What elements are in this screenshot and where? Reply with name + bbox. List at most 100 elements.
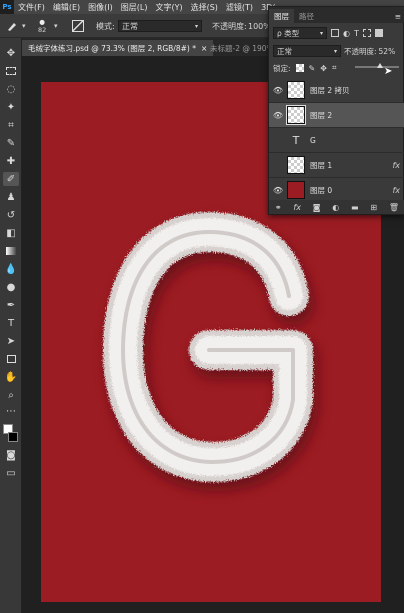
eyedropper-tool-icon[interactable]: ✎: [3, 136, 19, 150]
filter-adjustment-icon[interactable]: ◐: [343, 29, 350, 38]
menu-image[interactable]: 图像(I): [84, 2, 117, 13]
layer-thumbnail: [287, 181, 305, 199]
lock-label: 锁定:: [273, 63, 291, 73]
opacity-slider[interactable]: [355, 63, 399, 68]
brush-size-value: 82: [38, 26, 47, 34]
healing-brush-tool-icon[interactable]: ✚: [3, 154, 19, 168]
lock-pixels-icon[interactable]: ✎: [309, 64, 316, 73]
layer-thumbnail: [286, 105, 306, 125]
background-color-swatch[interactable]: [8, 432, 18, 442]
tool-preset-dropdown[interactable]: ▾: [22, 14, 26, 38]
tab-paths[interactable]: 路径: [294, 9, 319, 23]
lock-transparency-icon[interactable]: [295, 64, 304, 72]
filter-type-icon[interactable]: T: [354, 29, 359, 38]
text-layer-icon: T: [292, 133, 300, 147]
layers-panel: 图层 路径 ≡ ρ 类型 ▾ ◐ T 正常 ▾ 不透明度: 52% 锁定: ✎ …: [268, 6, 404, 215]
mode-value: 正常: [122, 21, 138, 31]
filter-shape-icon[interactable]: [362, 29, 371, 37]
magic-wand-tool-icon[interactable]: ✦: [3, 100, 19, 114]
opacity-label: 不透明度:: [212, 21, 247, 31]
menu-select[interactable]: 选择(S): [187, 2, 222, 13]
lock-position-icon[interactable]: ✥: [320, 64, 327, 73]
rectangle-tool-icon[interactable]: [3, 352, 19, 366]
brush-tool-icon[interactable]: [6, 14, 18, 38]
tab-layers[interactable]: 图层: [269, 9, 294, 23]
layer-row[interactable]: T G: [269, 128, 404, 153]
color-swatches[interactable]: [3, 424, 19, 446]
dodge-tool-icon[interactable]: ●: [3, 280, 19, 294]
menu-file[interactable]: 文件(F): [14, 2, 49, 13]
menu-layer[interactable]: 图层(L): [117, 2, 152, 13]
visibility-eye-icon[interactable]: 👁: [269, 86, 287, 95]
crop-tool-icon[interactable]: ⌗: [3, 118, 19, 132]
fx-icon[interactable]: fx: [392, 186, 400, 195]
hand-tool-icon[interactable]: ✋: [3, 370, 19, 384]
adjustment-layer-icon[interactable]: ◐: [332, 203, 339, 212]
marquee-tool-icon[interactable]: [3, 64, 19, 78]
brush-settings-icon[interactable]: [72, 14, 84, 38]
filter-label: ρ 类型: [277, 28, 300, 38]
new-layer-icon[interactable]: ⊞: [370, 203, 377, 212]
layer-name: 图层 2 拷贝: [310, 85, 350, 95]
delete-layer-icon[interactable]: 🗑: [389, 203, 399, 212]
layer-row[interactable]: 图层 1 fx: [269, 153, 404, 178]
more-tools-icon[interactable]: ⋯: [3, 404, 19, 418]
panel-menu-icon[interactable]: ≡: [395, 9, 404, 23]
link-layers-icon[interactable]: ⚭: [275, 203, 282, 212]
type-tool-icon[interactable]: T: [3, 316, 19, 330]
layer-name: 图层 1: [310, 160, 333, 170]
layer-name: 图层 0: [310, 185, 333, 195]
visibility-eye-icon[interactable]: 👁: [269, 186, 287, 195]
path-selection-tool-icon[interactable]: ➤: [3, 334, 19, 348]
opacity-value[interactable]: 52%: [379, 47, 396, 56]
mode-label: 模式:: [96, 21, 115, 31]
screen-mode-icon[interactable]: ▭: [3, 466, 19, 480]
add-mask-icon[interactable]: ◙: [313, 203, 321, 212]
pen-tool-icon[interactable]: ✒: [3, 298, 19, 312]
fx-icon[interactable]: fx: [392, 161, 400, 170]
add-layer-style-icon[interactable]: fx: [293, 203, 301, 212]
brush-dot-icon: ●: [39, 18, 45, 26]
blend-opacity-row: 正常 ▾ 不透明度: 52%: [269, 44, 404, 58]
clone-stamp-tool-icon[interactable]: ♟: [3, 190, 19, 204]
chevron-down-icon: ▾: [319, 29, 323, 37]
layer-filter-row: ρ 类型 ▾ ◐ T: [269, 26, 404, 40]
tab-label: 毛绒字体练习.psd @ 73.3% (图层 2, RGB/8#) *: [28, 43, 196, 53]
layer-name: G: [310, 135, 316, 145]
layer-filter-select[interactable]: ρ 类型 ▾: [273, 27, 327, 39]
layer-row-selected[interactable]: 👁 图层 2: [269, 103, 404, 128]
tab-active-document[interactable]: 毛绒字体练习.psd @ 73.3% (图层 2, RGB/8#) * ×: [22, 40, 214, 56]
layer-row[interactable]: 👁 图层 2 拷贝: [269, 78, 404, 103]
menu-edit[interactable]: 编辑(E): [49, 2, 84, 13]
new-group-icon[interactable]: ▬: [351, 203, 359, 212]
blend-mode-select[interactable]: 正常 ▾: [273, 45, 341, 57]
chevron-down-icon: ▾: [333, 47, 337, 55]
slider-thumb[interactable]: [377, 63, 383, 68]
brush-tool-active-icon[interactable]: ✐: [3, 172, 19, 186]
tools-panel: ✥ ◌ ✦ ⌗ ✎ ✚ ✐ ♟ ↺ ◧ 💧 ● ✒ T ➤ ✋ ⌕ ⋯ ◙ ▭: [0, 38, 22, 613]
history-brush-tool-icon[interactable]: ↺: [3, 208, 19, 222]
quick-mask-icon[interactable]: ◙: [3, 448, 19, 462]
brush-picker[interactable]: ● 82: [38, 14, 46, 38]
artboard-lock-icon[interactable]: ⌗: [332, 63, 337, 73]
lasso-tool-icon[interactable]: ◌: [3, 82, 19, 96]
menu-type[interactable]: 文字(Y): [151, 2, 186, 13]
blur-tool-icon[interactable]: 💧: [3, 262, 19, 276]
brush-picker-arrow-icon[interactable]: ▾: [54, 14, 58, 38]
zoom-tool-icon[interactable]: ⌕: [3, 388, 19, 402]
layer-name: 图层 2: [310, 110, 333, 120]
mouse-cursor-icon: ➤: [384, 66, 393, 77]
gradient-tool-icon[interactable]: [3, 244, 19, 258]
layer-thumbnail: [287, 156, 305, 174]
mode-select[interactable]: 正常 ▾: [118, 20, 202, 32]
eraser-tool-icon[interactable]: ◧: [3, 226, 19, 240]
menu-filter[interactable]: 滤镜(T): [222, 2, 257, 13]
filter-smart-object-icon[interactable]: [374, 29, 383, 37]
layers-panel-footer: ⚭ fx ◙ ◐ ▬ ⊞ 🗑: [269, 200, 404, 214]
panel-tabs: 图层 路径 ≡: [269, 7, 404, 23]
photoshop-logo[interactable]: Ps: [0, 0, 14, 14]
move-tool-icon[interactable]: ✥: [3, 46, 19, 60]
visibility-eye-icon[interactable]: 👁: [269, 111, 287, 120]
tab-label: 未标题-2 @ 190%: [210, 43, 274, 53]
filter-pixel-icon[interactable]: [331, 29, 339, 37]
